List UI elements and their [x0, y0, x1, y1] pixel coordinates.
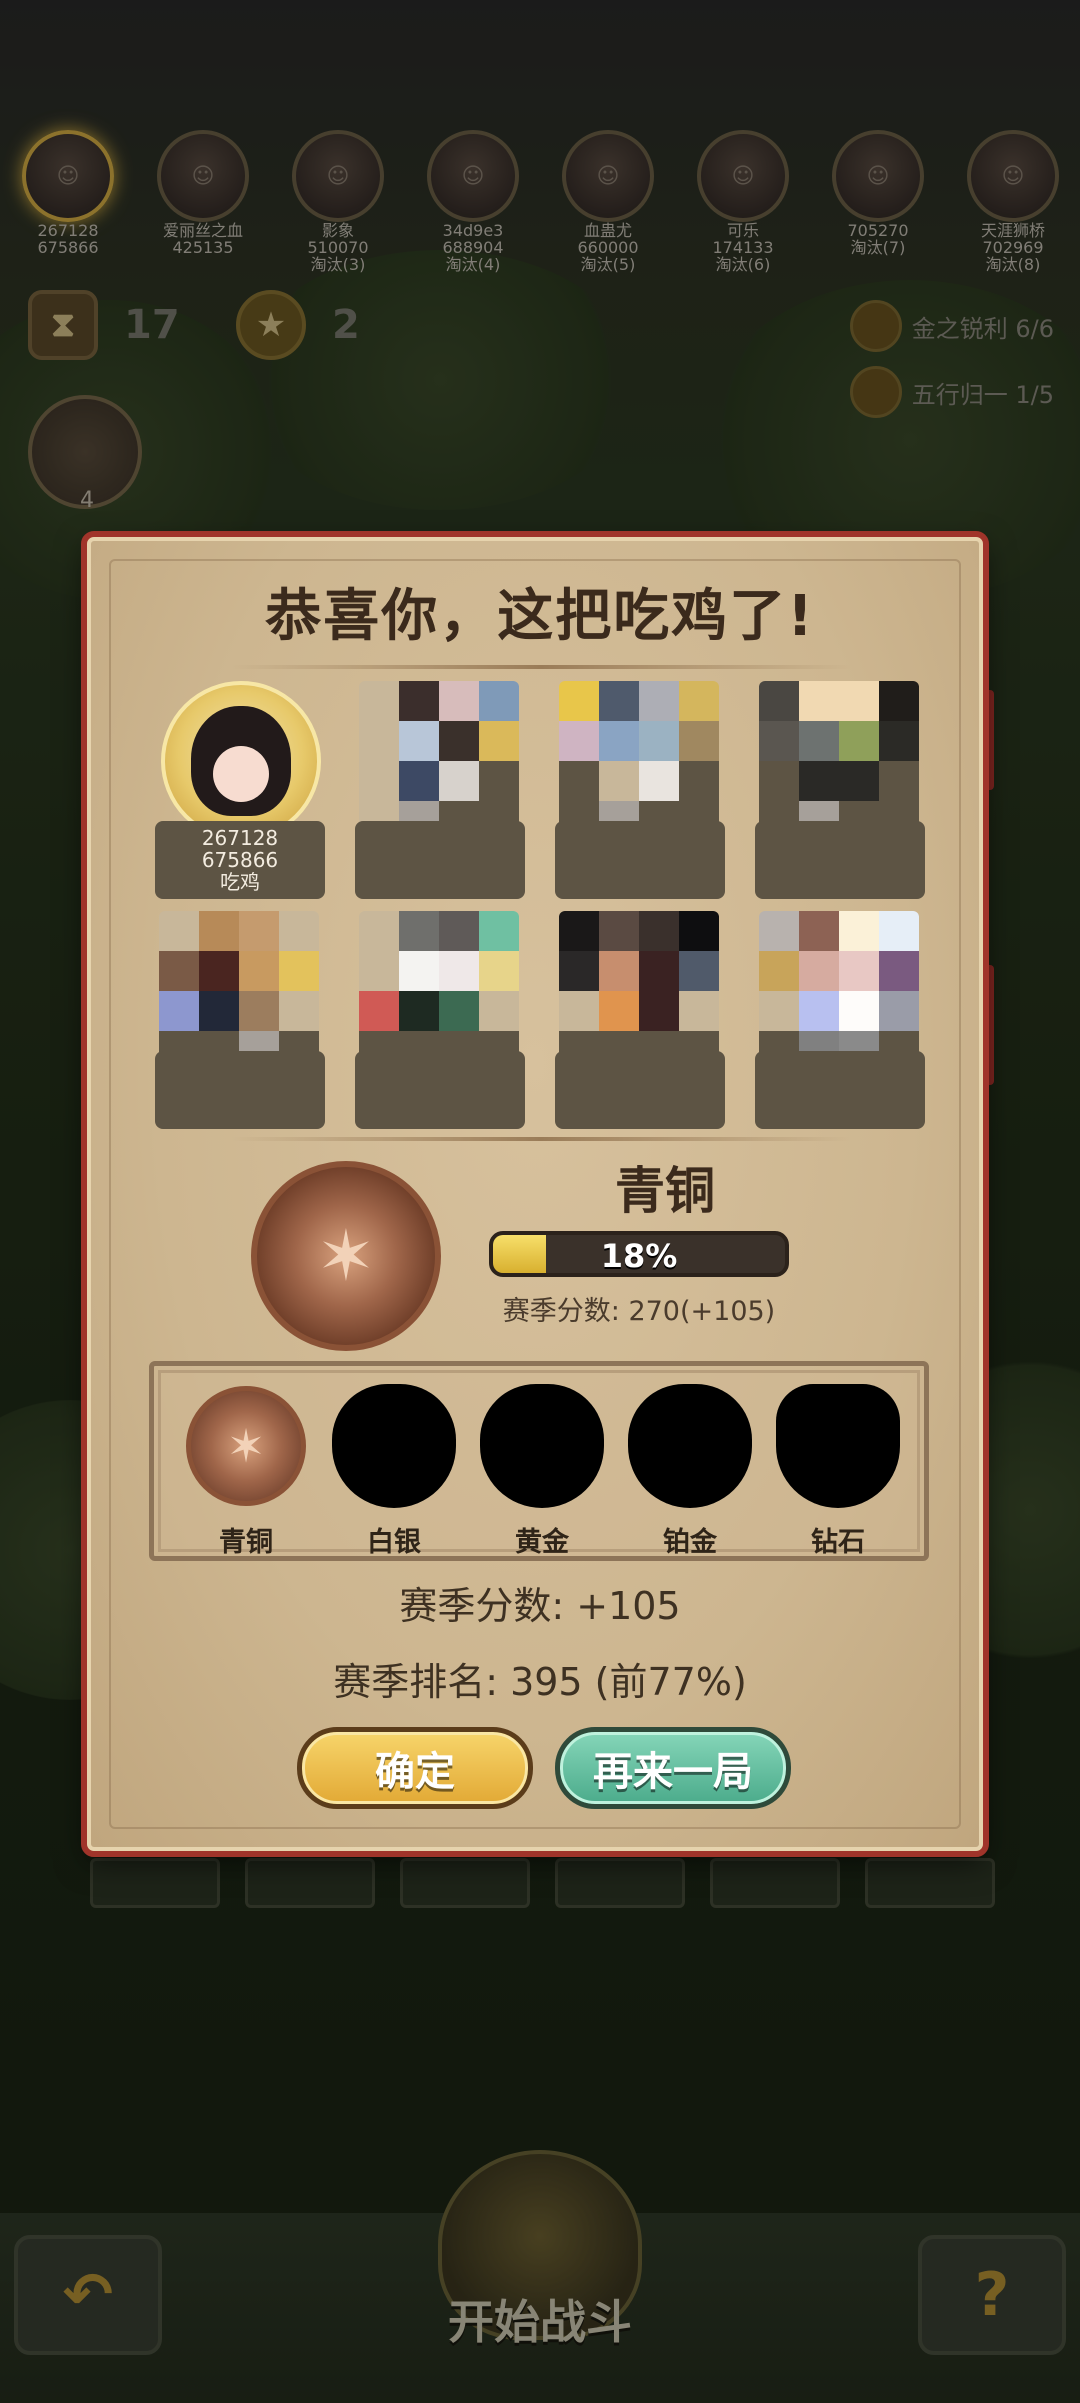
season-score-total: 赛季分数: 270(+105) — [502, 1296, 776, 1327]
tier-label: 铂金 — [663, 1527, 717, 1558]
tier-label: 钻石 — [811, 1527, 865, 1558]
rank-progress-bar: 18% — [489, 1231, 789, 1277]
hero-info — [555, 1051, 725, 1129]
divider-ornament — [231, 1137, 851, 1141]
hero-portrait — [559, 911, 719, 1071]
hero-card[interactable] — [555, 681, 725, 901]
season-rank: 赛季排名: 395 (前77%) — [333, 1660, 747, 1704]
tier-label: 青铜 — [219, 1527, 273, 1558]
gold-medal-icon — [480, 1384, 604, 1508]
winner-avatar — [161, 681, 321, 841]
hero-info — [355, 821, 525, 899]
hero-portrait — [159, 911, 319, 1071]
tier-silver: 白银 — [324, 1380, 464, 1559]
hero-portrait — [559, 681, 719, 841]
winner-card[interactable]: 267128 675866 吃鸡 — [155, 681, 325, 901]
hero-info — [155, 1051, 325, 1129]
game-screen: ☺ 267128 675866 ☺ 爱丽丝之血 425135 ☺ 影象 5100… — [0, 0, 1080, 2403]
play-again-button[interactable]: 再来一局 — [555, 1727, 791, 1809]
rank-progress-label: 18% — [600, 1237, 678, 1275]
hero-card[interactable] — [155, 911, 325, 1131]
diamond-medal-icon — [776, 1384, 900, 1508]
season-score-delta: 赛季分数: +105 — [399, 1584, 681, 1628]
hero-info — [755, 821, 925, 899]
winner-info: 267128 675866 吃鸡 — [155, 821, 325, 899]
winner-id: 267128 — [201, 826, 279, 850]
tier-bronze: ✶ 青铜 — [176, 1380, 316, 1559]
hero-portrait — [359, 681, 519, 841]
hero-card[interactable] — [355, 911, 525, 1131]
platinum-medal-icon — [628, 1384, 752, 1508]
title-ornament — [231, 665, 851, 669]
hero-info — [755, 1051, 925, 1129]
winner-tag: 吃鸡 — [220, 870, 260, 894]
hero-card[interactable] — [555, 911, 725, 1131]
confirm-button[interactable]: 确定 — [297, 1727, 533, 1809]
hero-card[interactable] — [355, 681, 525, 901]
victory-dialog: 恭喜你，这把吃鸡了! 267128 675866 吃鸡 ✶ 青铜 18% 赛季分… — [81, 531, 989, 1857]
tier-gold: 黄金 — [472, 1380, 612, 1559]
hero-info — [355, 1051, 525, 1129]
hero-info — [555, 821, 725, 899]
silver-medal-icon — [332, 1384, 456, 1508]
rank-tiers-panel: ✶ 青铜 白银 黄金 铂金 钻石 — [149, 1361, 929, 1561]
hero-portrait — [759, 681, 919, 841]
hero-portrait — [359, 911, 519, 1071]
hero-card[interactable] — [755, 681, 925, 901]
winner-score: 675866 — [201, 848, 279, 872]
hero-card[interactable] — [755, 911, 925, 1131]
dialog-title: 恭喜你，这把吃鸡了! — [265, 584, 815, 649]
tier-label: 白银 — [367, 1527, 421, 1558]
rank-name: 青铜 — [615, 1162, 715, 1220]
tier-label: 黄金 — [515, 1527, 569, 1558]
tier-diamond: 钻石 — [768, 1380, 908, 1559]
bronze-medal-icon: ✶ — [186, 1386, 306, 1506]
tier-platinum: 铂金 — [620, 1380, 760, 1559]
hero-portrait — [759, 911, 919, 1071]
